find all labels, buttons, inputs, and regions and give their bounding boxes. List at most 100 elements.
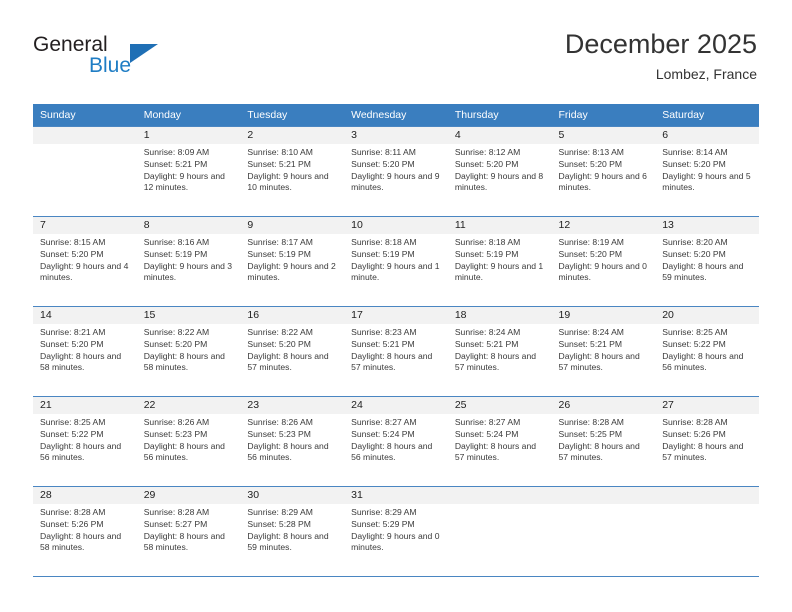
day-cell-content: 20 Sunrise: 8:25 AM Sunset: 5:22 PM Dayligh… [655, 307, 759, 396]
sunrise-text: Sunrise: 8:28 AM [662, 417, 728, 427]
day-cell-content: 21 Sunrise: 8:25 AM Sunset: 5:22 PM Dayligh… [33, 397, 137, 486]
calendar-day-cell[interactable]: 14 Sunrise: 8:21 AM Sunset: 5:20 PM Dayligh… [33, 306, 137, 397]
day-sun-info: Sunrise: 8:10 AM Sunset: 5:21 PM Daylight:… [240, 144, 344, 194]
day-sun-info: Sunrise: 8:16 AM Sunset: 5:19 PM Daylight:… [137, 234, 241, 284]
calendar-day-cell[interactable]: 6 Sunrise: 8:14 AM Sunset: 5:20 PM Daylight… [655, 126, 759, 217]
day-number: 9 [240, 217, 345, 234]
calendar-day-cell[interactable]: 2 Sunrise: 8:10 AM Sunset: 5:21 PM Daylight… [240, 126, 345, 217]
daylight-text: Daylight: 9 hours and 9 minutes. [351, 170, 440, 193]
calendar-day-cell[interactable]: 21 Sunrise: 8:25 AM Sunset: 5:22 PM Dayligh… [33, 396, 137, 487]
calendar-day-cell-empty [33, 126, 137, 217]
calendar-day-cell[interactable]: 18 Sunrise: 8:24 AM Sunset: 5:21 PM Dayligh… [447, 306, 552, 397]
day-cell-content: 26 Sunrise: 8:28 AM Sunset: 5:25 PM Dayligh… [551, 397, 656, 486]
sunrise-text: Sunrise: 8:26 AM [143, 417, 210, 427]
day-cell-content: 22 Sunrise: 8:26 AM Sunset: 5:23 PM Dayligh… [136, 397, 241, 486]
calendar-day-cell[interactable]: 10 Sunrise: 8:18 AM Sunset: 5:19 PM Dayligh… [344, 216, 448, 307]
day-sun-info: Sunrise: 8:26 AM Sunset: 5:23 PM Daylight:… [240, 414, 344, 464]
day-number: 11 [447, 217, 552, 234]
day-cell-content: 9 Sunrise: 8:17 AM Sunset: 5:19 PM Daylight… [240, 217, 345, 306]
sunrise-text: Sunrise: 8:10 AM [247, 147, 313, 157]
calendar-day-cell[interactable]: 17 Sunrise: 8:23 AM Sunset: 5:21 PM Dayligh… [344, 306, 448, 397]
calendar-day-cell[interactable]: 19 Sunrise: 8:24 AM Sunset: 5:21 PM Dayligh… [551, 306, 656, 397]
day-number: 22 [136, 397, 241, 414]
calendar-day-cell[interactable]: 20 Sunrise: 8:25 AM Sunset: 5:22 PM Dayligh… [655, 306, 759, 397]
day-cell-content: 6 Sunrise: 8:14 AM Sunset: 5:20 PM Daylight… [655, 127, 759, 216]
day-number: 26 [551, 397, 656, 414]
sunset-text: Sunset: 5:21 PM [351, 338, 415, 349]
sunrise-text: Sunrise: 8:12 AM [454, 147, 521, 157]
day-cell-content [447, 487, 552, 576]
sunset-text: Sunset: 5:29 PM [351, 518, 415, 529]
calendar-header-row: Sunday Monday Tuesday Wednesday Thursday Frid… [33, 104, 759, 127]
day-cell-content: 28 Sunrise: 8:28 AM Sunset: 5:26 PM Dayligh… [33, 487, 137, 576]
sunset-text: Sunset: 5:21 PM [143, 158, 208, 169]
day-sun-info: Sunrise: 8:11 AM Sunset: 5:20 PM Daylight:… [344, 144, 448, 194]
sunrise-text: Sunrise: 8:28 AM [143, 507, 210, 517]
calendar-day-cell[interactable]: 23 Sunrise: 8:26 AM Sunset: 5:23 PM Dayligh… [240, 396, 345, 487]
calendar-day-cell[interactable]: 13 Sunrise: 8:20 AM Sunset: 5:20 PM Dayligh… [655, 216, 759, 307]
day-sun-info: Sunrise: 8:21 AM Sunset: 5:20 PM Daylight:… [33, 324, 137, 374]
sunset-text: Sunset: 5:25 PM [558, 428, 623, 439]
sunset-text: Sunset: 5:26 PM [40, 518, 104, 529]
calendar-day-cell[interactable]: 1 Sunrise: 8:09 AM Sunset: 5:21 PM Daylight… [136, 126, 241, 217]
daylight-text: Daylight: 8 hours and 56 minutes. [40, 440, 122, 463]
calendar-day-cell[interactable]: 8 Sunrise: 8:16 AM Sunset: 5:19 PM Daylight… [136, 216, 241, 307]
sunrise-text: Sunrise: 8:09 AM [143, 147, 210, 157]
daylight-text: Daylight: 9 hours and 2 minutes. [247, 260, 336, 283]
calendar-day-cell[interactable]: 3 Sunrise: 8:11 AM Sunset: 5:20 PM Daylight… [344, 126, 448, 217]
calendar-day-cell[interactable]: 25 Sunrise: 8:27 AM Sunset: 5:24 PM Dayligh… [447, 396, 552, 487]
daylight-text: Daylight: 8 hours and 57 minutes. [454, 350, 537, 373]
calendar-day-cell[interactable]: 12 Sunrise: 8:19 AM Sunset: 5:20 PM Dayligh… [551, 216, 656, 307]
day-cell-content: 15 Sunrise: 8:22 AM Sunset: 5:20 PM Dayligh… [136, 307, 241, 396]
calendar-day-cell[interactable]: 11 Sunrise: 8:18 AM Sunset: 5:19 PM Dayligh… [447, 216, 552, 307]
daylight-text: Daylight: 8 hours and 56 minutes. [247, 440, 329, 463]
calendar-day-cell[interactable]: 24 Sunrise: 8:27 AM Sunset: 5:24 PM Dayligh… [344, 396, 448, 487]
sunset-text: Sunset: 5:20 PM [40, 248, 104, 259]
sunset-text: Sunset: 5:21 PM [454, 338, 519, 349]
weekday-header-tuesday: Tuesday [240, 104, 345, 127]
calendar-day-cell[interactable]: 30 Sunrise: 8:29 AM Sunset: 5:28 PM Dayligh… [240, 486, 345, 577]
sunrise-text: Sunrise: 8:11 AM [351, 147, 416, 157]
day-sun-info: Sunrise: 8:13 AM Sunset: 5:20 PM Daylight:… [552, 144, 656, 194]
calendar-day-cell[interactable]: 15 Sunrise: 8:22 AM Sunset: 5:20 PM Dayligh… [136, 306, 241, 397]
page-subtitle-location: Lombez, France [655, 66, 757, 82]
sunrise-text: Sunrise: 8:18 AM [351, 237, 417, 247]
day-sun-info: Sunrise: 8:18 AM Sunset: 5:19 PM Daylight:… [344, 234, 448, 284]
calendar-day-cell[interactable]: 7 Sunrise: 8:15 AM Sunset: 5:20 PM Daylight… [33, 216, 137, 307]
day-number [655, 487, 759, 504]
daylight-text: Daylight: 9 hours and 8 minutes. [454, 170, 544, 193]
calendar-day-cell[interactable]: 22 Sunrise: 8:26 AM Sunset: 5:23 PM Dayligh… [136, 396, 241, 487]
sunrise-text: Sunrise: 8:14 AM [662, 147, 728, 157]
day-sun-info: Sunrise: 8:25 AM Sunset: 5:22 PM Daylight:… [655, 324, 759, 374]
daylight-text: Daylight: 8 hours and 59 minutes. [662, 260, 744, 283]
calendar-day-cell[interactable]: 26 Sunrise: 8:28 AM Sunset: 5:25 PM Dayligh… [551, 396, 656, 487]
calendar-day-cell[interactable]: 16 Sunrise: 8:22 AM Sunset: 5:20 PM Dayligh… [240, 306, 345, 397]
calendar-day-cell[interactable]: 5 Sunrise: 8:13 AM Sunset: 5:20 PM Daylight… [551, 126, 656, 217]
sunrise-text: Sunrise: 8:16 AM [143, 237, 210, 247]
day-cell-content: 29 Sunrise: 8:28 AM Sunset: 5:27 PM Dayligh… [136, 487, 241, 576]
day-cell-content: 16 Sunrise: 8:22 AM Sunset: 5:20 PM Dayligh… [240, 307, 345, 396]
day-cell-content: 27 Sunrise: 8:28 AM Sunset: 5:26 PM Dayligh… [655, 397, 759, 486]
sunset-text: Sunset: 5:20 PM [558, 248, 623, 259]
sunrise-text: Sunrise: 8:29 AM [247, 507, 313, 517]
day-sun-info: Sunrise: 8:17 AM Sunset: 5:19 PM Daylight:… [240, 234, 344, 284]
calendar-day-cell[interactable]: 29 Sunrise: 8:28 AM Sunset: 5:27 PM Dayligh… [136, 486, 241, 577]
generalblue-logo[interactable]: General Blue [33, 33, 253, 85]
sunset-text: Sunset: 5:19 PM [143, 248, 208, 259]
day-number: 28 [33, 487, 137, 504]
calendar-day-cell-empty [447, 486, 552, 577]
daylight-text: Daylight: 8 hours and 57 minutes. [247, 350, 329, 373]
calendar-day-cell[interactable]: 27 Sunrise: 8:28 AM Sunset: 5:26 PM Dayligh… [655, 396, 759, 487]
day-number: 13 [655, 217, 759, 234]
calendar-day-cell[interactable]: 28 Sunrise: 8:28 AM Sunset: 5:26 PM Dayligh… [33, 486, 137, 577]
day-sun-info: Sunrise: 8:12 AM Sunset: 5:20 PM Daylight:… [448, 144, 552, 194]
day-cell-content: 25 Sunrise: 8:27 AM Sunset: 5:24 PM Dayligh… [447, 397, 552, 486]
day-sun-info: Sunrise: 8:28 AM Sunset: 5:26 PM Daylight:… [33, 504, 137, 554]
calendar-day-cell[interactable]: 31 Sunrise: 8:29 AM Sunset: 5:29 PM Dayligh… [344, 486, 448, 577]
day-number: 3 [344, 127, 448, 144]
day-number: 1 [136, 127, 241, 144]
calendar-day-cell[interactable]: 9 Sunrise: 8:17 AM Sunset: 5:19 PM Daylight… [240, 216, 345, 307]
sunset-text: Sunset: 5:20 PM [662, 248, 726, 259]
calendar-day-cell[interactable]: 4 Sunrise: 8:12 AM Sunset: 5:20 PM Daylight… [447, 126, 552, 217]
calendar-week-row: 14 Sunrise: 8:21 AM Sunset: 5:20 PM Dayligh… [33, 306, 759, 397]
